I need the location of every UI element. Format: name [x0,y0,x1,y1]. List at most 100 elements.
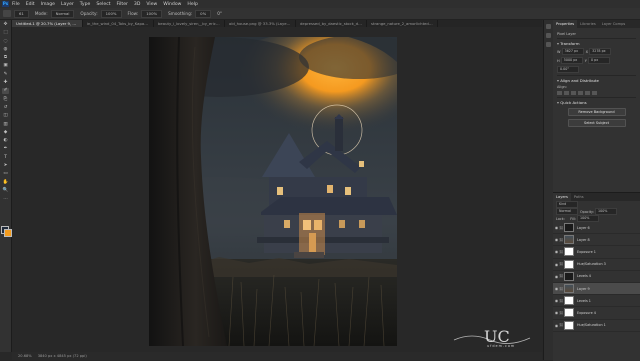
y-field[interactable]: 0 px [588,57,611,64]
brush-icon[interactable]: ✐ [2,88,9,95]
spot-heal-icon[interactable]: ✚ [2,80,9,86]
gradient-icon[interactable]: ▥ [2,122,9,128]
background-color-swatch[interactable] [4,229,12,237]
document-tab[interactable]: depressed_by_daestic_stock_d15j1m.pnd @.… [296,20,367,27]
angle-field[interactable]: 0° [217,11,222,16]
align-middle-icon[interactable] [585,91,590,95]
remove-background-button[interactable]: Remove Background [567,108,626,116]
document-tab[interactable]: beauty_i_lovely_siren__by_erica_stock_d3… [154,20,225,27]
layer-row[interactable]: ◉ ⛓ Exposure 4 [553,307,640,320]
menu-type[interactable]: Type [80,2,91,7]
document-tab[interactable]: in_the_wind_04_Toks_by_Kapacetstck_d57i8… [83,20,154,27]
x-field[interactable]: 3278 px [589,48,612,55]
align-left-icon[interactable] [557,91,562,95]
height-field[interactable]: 5000 px [560,57,583,64]
document-tab[interactable]: strange_nature_2_amorlichted_by_storel [367,20,438,27]
clone-stamp-icon[interactable]: ⎘ [2,97,9,103]
zoom-icon[interactable]: 🔍 [2,188,9,194]
menu-help[interactable]: Help [187,2,197,7]
flow-field[interactable]: 100% [141,9,163,18]
align-right-icon[interactable] [571,91,576,95]
tab-layer-comps[interactable]: Layer Comps [599,20,629,28]
smoothing-field[interactable]: 0% [195,9,212,18]
blur-icon[interactable]: ◆ [2,130,9,136]
swatches-panel-icon[interactable] [546,42,551,47]
marquee-icon[interactable]: ⬚ [2,30,9,36]
align-bottom-icon[interactable] [592,91,597,95]
layer-row[interactable]: ◉ ⛓ Levels 1 [553,295,640,308]
layer-opacity-field[interactable]: 100% [595,208,618,215]
eraser-icon[interactable]: ◫ [2,113,9,119]
blend-mode-select[interactable]: Normal [556,208,578,215]
quick-select-icon[interactable]: ◍ [2,47,9,53]
document-canvas[interactable] [149,37,397,346]
brush-preset-icon[interactable] [3,10,11,17]
transform-header[interactable]: Transform [557,41,636,46]
fill-field[interactable]: 100% [577,215,600,222]
menu-view[interactable]: View [146,2,157,7]
layer-thumbnail[interactable] [564,235,574,245]
rectangle-icon[interactable]: ▭ [2,171,9,177]
menu-window[interactable]: Window [163,2,181,7]
layer-row[interactable]: ◉ ⛓ Exposure 1 [553,246,640,259]
tab-libraries[interactable]: Libraries [577,20,599,28]
pen-icon[interactable]: ✒ [2,146,9,152]
layer-thumbnail[interactable] [564,320,574,330]
layer-name[interactable]: Hue/Saturation 3 [577,262,606,266]
layer-thumbnail[interactable] [564,284,574,294]
tab-paths[interactable]: Paths [571,193,587,201]
move-icon[interactable]: ✥ [2,22,9,28]
menu-edit[interactable]: Edit [26,2,35,7]
layer-name[interactable]: Layer 9 [577,287,590,291]
layer-name[interactable]: Levels 4 [577,274,591,278]
layer-row[interactable]: ◉ ⛓ Hue/Saturation 1 [553,320,640,332]
layer-thumbnail[interactable] [564,259,574,269]
layer-thumbnail[interactable] [564,308,574,318]
frame-icon[interactable]: ▣ [2,63,9,69]
opacity-field[interactable]: 100% [100,9,122,18]
layer-row[interactable]: ◉ ⛓ Hue/Saturation 3 [553,259,640,271]
zoom-level[interactable]: 20.68% [18,354,32,358]
crop-icon[interactable]: ⧉ [2,55,9,61]
dodge-icon[interactable]: ◐ [2,138,9,144]
select-subject-button[interactable]: Select Subject [567,119,626,127]
menu-image[interactable]: Image [41,2,55,7]
eyedropper-icon[interactable]: ✎ [2,72,9,78]
hand-icon[interactable]: ✋ [2,180,9,186]
document-tab[interactable]: Untitled-1 @ 20.7% (Layer 9, RGB/8#) * [12,20,83,27]
layer-row[interactable]: ◉ ⛓ Levels 4 [553,271,640,283]
menu-3d[interactable]: 3D [134,2,140,7]
layer-kind-filter[interactable]: Kind [556,201,578,208]
brush-size-field[interactable]: 61 [14,9,29,18]
history-panel-icon[interactable] [546,24,551,29]
document-tab[interactable]: old_house.png @ 33.3% (Layer 1, RG... [225,20,296,27]
angle-field[interactable]: 0.00° [557,66,579,73]
mode-select[interactable]: Normal [50,9,75,18]
tab-properties[interactable]: Properties [553,20,578,28]
tab-layers[interactable]: Layers [553,193,571,201]
align-center-icon[interactable] [564,91,569,95]
lasso-icon[interactable]: ◌ [2,39,9,45]
layer-name[interactable]: Levels 1 [577,299,591,303]
more-icon[interactable]: … [2,196,9,202]
layer-name[interactable]: Layer 6 [577,226,590,230]
layer-name[interactable]: Hue/Saturation 1 [577,323,606,327]
layer-name[interactable]: Exposure 1 [577,250,596,254]
menu-filter[interactable]: Filter [117,2,128,7]
layer-row[interactable]: ◉ ⛓ Layer 9 [553,282,640,296]
layer-name[interactable]: Layer 8 [577,238,590,242]
path-select-icon[interactable]: ➤ [2,163,9,169]
layer-thumbnail[interactable] [564,271,574,281]
adjustments-panel-icon[interactable] [546,33,551,38]
layer-row[interactable]: ◉ ⛓ Layer 6 [553,222,640,235]
layer-row[interactable]: ◉ ⛓ Layer 8 [553,234,640,247]
layer-name[interactable]: Exposure 4 [577,311,596,315]
layer-thumbnail[interactable] [564,223,574,233]
menu-layer[interactable]: Layer [61,2,74,7]
quick-actions-header[interactable]: Quick Actions [557,100,636,105]
type-icon[interactable]: T [2,155,9,161]
align-header[interactable]: Align and Distribute [557,78,636,83]
history-brush-icon[interactable]: ↺ [2,105,9,111]
layer-thumbnail[interactable] [564,296,574,306]
align-top-icon[interactable] [578,91,583,95]
